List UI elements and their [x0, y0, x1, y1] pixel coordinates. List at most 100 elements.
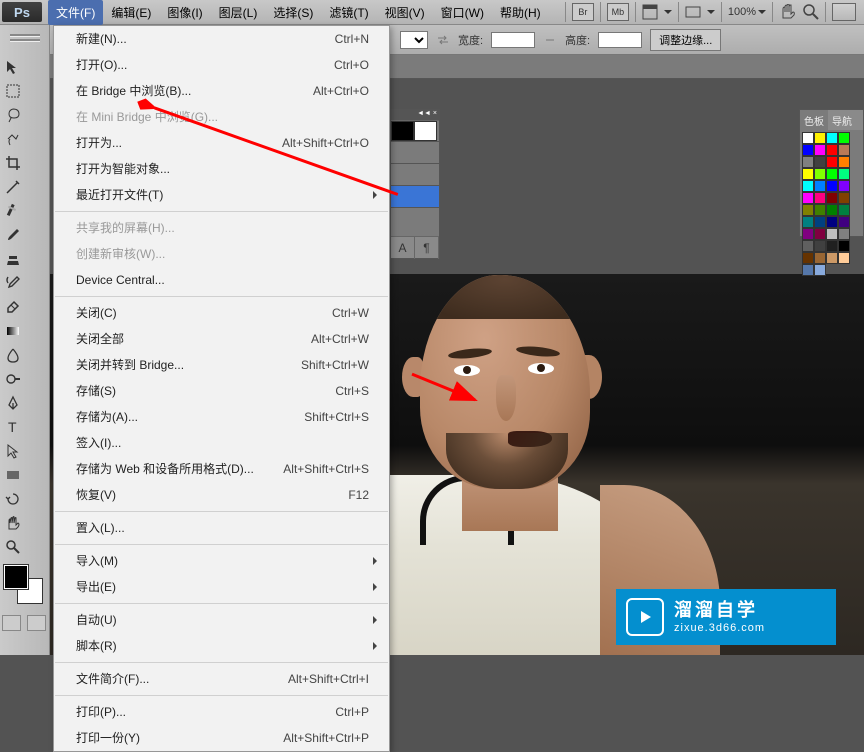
- gradient-tool[interactable]: [1, 320, 25, 342]
- layout-icon[interactable]: [642, 4, 658, 20]
- zoom-tool[interactable]: [1, 536, 25, 558]
- panel-row-selected[interactable]: [391, 186, 439, 208]
- color-picker[interactable]: [0, 563, 48, 611]
- menu-item[interactable]: 恢复(V)F12: [54, 482, 389, 508]
- history-brush-tool[interactable]: [1, 272, 25, 294]
- healing-brush-tool[interactable]: [1, 200, 25, 222]
- path-selection-tool[interactable]: [1, 440, 25, 462]
- swatch[interactable]: [838, 228, 850, 240]
- menu-item[interactable]: 存储(S)Ctrl+S: [54, 378, 389, 404]
- menu-item[interactable]: 关闭并转到 Bridge...Shift+Ctrl+W: [54, 352, 389, 378]
- menu-item[interactable]: 打印(P)...Ctrl+P: [54, 699, 389, 725]
- swatch[interactable]: [838, 132, 850, 144]
- swatch[interactable]: [814, 132, 826, 144]
- menu-item[interactable]: Device Central...: [54, 267, 389, 293]
- menu-help[interactable]: 帮助(H): [492, 0, 549, 25]
- swatch[interactable]: [802, 132, 814, 144]
- menu-item[interactable]: 打印一份(Y)Alt+Shift+Ctrl+P: [54, 725, 389, 751]
- swatch[interactable]: [838, 180, 850, 192]
- toolbox-handle[interactable]: [6, 31, 44, 45]
- swatch[interactable]: [826, 252, 838, 264]
- swatch[interactable]: [826, 144, 838, 156]
- swatch[interactable]: [802, 252, 814, 264]
- swatch[interactable]: [814, 156, 826, 168]
- rectangle-tool[interactable]: [1, 464, 25, 486]
- menu-filter[interactable]: 滤镜(T): [321, 0, 376, 25]
- swatch[interactable]: [814, 180, 826, 192]
- swatch[interactable]: [838, 168, 850, 180]
- menu-item[interactable]: 存储为(A)...Shift+Ctrl+S: [54, 404, 389, 430]
- menu-item[interactable]: 存储为 Web 和设备所用格式(D)...Alt+Shift+Ctrl+S: [54, 456, 389, 482]
- swatch[interactable]: [802, 216, 814, 228]
- swatch[interactable]: [826, 204, 838, 216]
- menu-layer[interactable]: 图层(L): [211, 0, 266, 25]
- menu-item[interactable]: 导出(E): [54, 574, 389, 600]
- refine-edge-button[interactable]: 调整边缘...: [650, 29, 721, 51]
- swatch[interactable]: [814, 216, 826, 228]
- bridge-button[interactable]: Br: [572, 3, 594, 21]
- paragraph-tab-icon[interactable]: ¶: [415, 237, 439, 259]
- eyedropper-tool[interactable]: [1, 176, 25, 198]
- clone-stamp-tool[interactable]: [1, 248, 25, 270]
- minibridge-button[interactable]: Mb: [607, 3, 629, 21]
- crop-tool[interactable]: [1, 152, 25, 174]
- swatch[interactable]: [826, 240, 838, 252]
- swap-icon[interactable]: [436, 33, 450, 47]
- menu-item[interactable]: 打开为智能对象...: [54, 156, 389, 182]
- quickmask-mode-button[interactable]: [27, 615, 46, 631]
- swatch[interactable]: [814, 228, 826, 240]
- swatch[interactable]: [802, 180, 814, 192]
- menu-item[interactable]: 导入(M): [54, 548, 389, 574]
- swatch[interactable]: [826, 216, 838, 228]
- move-tool[interactable]: [1, 56, 25, 78]
- menu-item[interactable]: 脚本(R): [54, 633, 389, 659]
- swatch[interactable]: [838, 252, 850, 264]
- swatch[interactable]: [802, 240, 814, 252]
- chevron-down-icon[interactable]: [707, 8, 715, 16]
- menu-item[interactable]: 最近打开文件(T): [54, 182, 389, 208]
- style-select[interactable]: [400, 31, 428, 49]
- layers-panel-collapsed[interactable]: ◄◄ × A ¶: [390, 109, 440, 259]
- swatch[interactable]: [838, 204, 850, 216]
- panel-row[interactable]: [391, 142, 439, 164]
- panel-row[interactable]: [391, 120, 439, 142]
- swatch[interactable]: [814, 240, 826, 252]
- swatch[interactable]: [838, 216, 850, 228]
- menu-window[interactable]: 窗口(W): [433, 0, 492, 25]
- menu-item[interactable]: 关闭全部Alt+Ctrl+W: [54, 326, 389, 352]
- dodge-tool[interactable]: [1, 368, 25, 390]
- hand-tool-icon[interactable]: [779, 4, 797, 20]
- standard-mode-button[interactable]: [2, 615, 21, 631]
- link-icon[interactable]: [543, 33, 557, 47]
- swatch[interactable]: [814, 264, 826, 276]
- zoom-level[interactable]: 100%: [728, 6, 766, 18]
- width-input[interactable]: [491, 32, 535, 48]
- swatch[interactable]: [814, 252, 826, 264]
- swatch[interactable]: [802, 228, 814, 240]
- swatch[interactable]: [814, 168, 826, 180]
- swatch[interactable]: [802, 264, 814, 276]
- lasso-tool[interactable]: [1, 104, 25, 126]
- blur-tool[interactable]: [1, 344, 25, 366]
- type-tool[interactable]: T: [1, 416, 25, 438]
- height-input[interactable]: [598, 32, 642, 48]
- swatch[interactable]: [814, 204, 826, 216]
- swatch[interactable]: [826, 228, 838, 240]
- swatch[interactable]: [826, 132, 838, 144]
- swatch[interactable]: [826, 156, 838, 168]
- menu-item[interactable]: 置入(L)...: [54, 515, 389, 541]
- menu-item[interactable]: 关闭(C)Ctrl+W: [54, 300, 389, 326]
- swatch[interactable]: [838, 156, 850, 168]
- swatch[interactable]: [802, 144, 814, 156]
- menu-item[interactable]: 在 Bridge 中浏览(B)...Alt+Ctrl+O: [54, 78, 389, 104]
- brush-tool[interactable]: [1, 224, 25, 246]
- panel-row[interactable]: [391, 164, 439, 186]
- swatch[interactable]: [802, 192, 814, 204]
- swatch[interactable]: [838, 144, 850, 156]
- swatch[interactable]: [838, 192, 850, 204]
- pen-tool[interactable]: [1, 392, 25, 414]
- navigator-tab[interactable]: 导航: [828, 110, 856, 130]
- eraser-tool[interactable]: [1, 296, 25, 318]
- swatches-tab[interactable]: 色板: [800, 110, 828, 130]
- swatch[interactable]: [802, 156, 814, 168]
